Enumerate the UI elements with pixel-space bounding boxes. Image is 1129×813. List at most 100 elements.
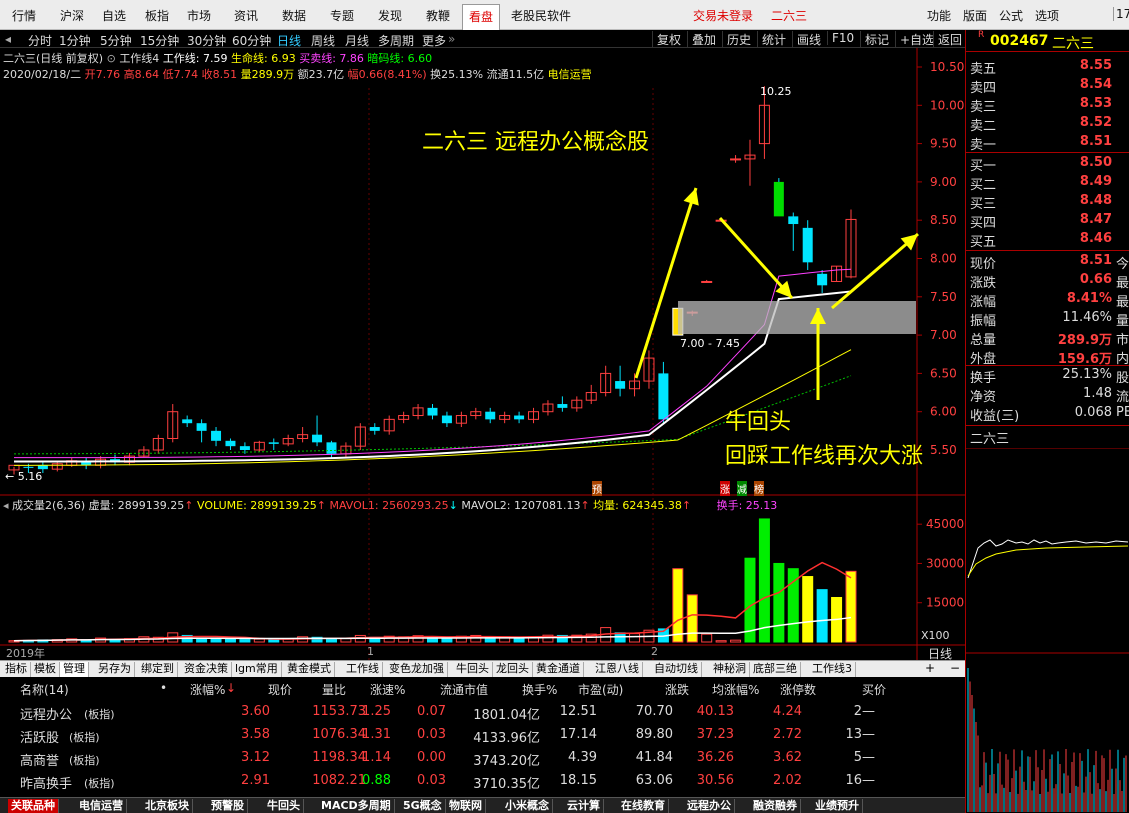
btn-adjust[interactable]: 复权 (652, 31, 681, 48)
period-monthly[interactable]: 月线 (345, 32, 369, 49)
menu-item-function[interactable]: 功能 (927, 7, 951, 24)
quote-stat-0[interactable]: 现价 8.51 今 (966, 253, 1129, 272)
btn-overlay[interactable]: 叠加 (687, 31, 716, 48)
indicator-tab[interactable]: 另存为 (95, 662, 135, 677)
volume-indicator-name[interactable]: 成交量2(6,36) (12, 499, 85, 512)
sector-tab[interactable]: 电信运营 (76, 799, 127, 813)
menu-item-watchlist[interactable]: 自选 (102, 7, 126, 24)
quote-stat2-0[interactable]: 换手 25.13% 股 (966, 367, 1129, 386)
sector-tab[interactable]: 小米概念 (502, 799, 553, 813)
quote-stat-3[interactable]: 振幅 11.46% 量 (966, 310, 1129, 329)
menu-item-index[interactable]: 板指 (145, 7, 169, 24)
marker-list[interactable]: 榜 (754, 481, 764, 496)
orderbook-buy-5[interactable]: 买五 8.46 (966, 231, 1129, 250)
sector-tab[interactable]: 融资融券 (750, 799, 801, 813)
orderbook-sell-2[interactable]: 卖二 8.52 (966, 115, 1129, 134)
btn-f10[interactable]: F10 (827, 31, 854, 45)
table-header[interactable]: 量比 (322, 681, 346, 698)
menu-item-watch[interactable]: 看盘 (462, 4, 501, 30)
indicator-tab[interactable]: 变色龙加强 (386, 662, 448, 677)
period-1min[interactable]: 1分钟 (59, 32, 91, 49)
more-chevron-icon[interactable]: » (448, 32, 455, 46)
quote-stat-2[interactable]: 涨幅 8.41% 最 (966, 291, 1129, 310)
orderbook-sell-4[interactable]: 卖四 8.54 (966, 77, 1129, 96)
menu-item-news[interactable]: 资讯 (234, 7, 258, 24)
table-header[interactable]: 名称(14) (20, 681, 69, 698)
period-multi[interactable]: 多周期 (378, 32, 414, 49)
indicator-tab[interactable]: 指标 (2, 662, 31, 677)
period-5min[interactable]: 5分钟 (100, 32, 132, 49)
indicator-tab[interactable]: 模板 (31, 662, 60, 677)
table-header[interactable]: 涨停数 (780, 681, 816, 698)
indicator-tab[interactable]: 龙回头 (493, 662, 533, 677)
period-15min[interactable]: 15分钟 (140, 32, 179, 49)
table-header[interactable]: 均涨幅% (712, 681, 759, 698)
sort-desc-icon[interactable]: ↓ (226, 681, 236, 695)
btn-back[interactable]: 返回 (933, 31, 962, 48)
volume-collapse-icon[interactable]: ◂ (3, 499, 9, 512)
indicator-tab[interactable]: 江恩八线 (592, 662, 643, 677)
menu-item-oldhand[interactable]: 老股民软件 (511, 7, 571, 24)
marker-warning[interactable]: 预 (592, 481, 602, 496)
quote-stat2-1[interactable]: 净资 1.48 流 (966, 386, 1129, 405)
orderbook-sell-3[interactable]: 卖三 8.53 (966, 96, 1129, 115)
sector-tab[interactable]: 关联品种 (8, 799, 59, 813)
quote-stat2-2[interactable]: 收益(三) 0.068 PE (966, 405, 1129, 424)
table-row[interactable]: 远程办公 (板指) 3.60 1153.73 1.25 0.07 1801.04亿 12.51… (0, 702, 965, 724)
period-more[interactable]: 更多 (422, 32, 446, 49)
indicator-tab[interactable]: 工作线 (343, 662, 383, 677)
table-header[interactable]: 现价 (268, 681, 292, 698)
indicator-tab[interactable]: 黄金通道 (533, 662, 584, 677)
sector-tab[interactable]: 牛回头 (264, 799, 304, 813)
table-header[interactable]: 涨跌 (665, 681, 689, 698)
sector-tab[interactable]: 北京板块 (142, 799, 193, 813)
sector-tab[interactable]: 在线教育 (618, 799, 669, 813)
indicator-tab[interactable]: lgm常用 (232, 662, 282, 677)
period-daily[interactable]: 日线 (277, 32, 301, 49)
quote-stat-1[interactable]: 涨跌 0.66 最 (966, 272, 1129, 291)
table-header[interactable]: 市盈(动) (578, 681, 623, 698)
indicator-tab[interactable]: 黄金模式 (284, 662, 335, 677)
menu-item-quotes[interactable]: 行情 (12, 7, 36, 24)
table-row[interactable]: 昨高换手 (板指) 2.91 1082.21 0.88 0.03 3710.35亿 18.15… (0, 771, 965, 793)
sector-tab[interactable]: 业绩预升 (812, 799, 863, 813)
orderbook-sell-5[interactable]: 卖五 8.55 (966, 58, 1129, 77)
sector-tab[interactable]: 远程办公 (684, 799, 735, 813)
collapse-icon[interactable]: ◂ (5, 32, 11, 46)
orderbook-sell-1[interactable]: 卖一 8.51 (966, 134, 1129, 153)
trade-login-status[interactable]: 交易未登录 (693, 7, 753, 24)
marker-reduce[interactable]: 减 (737, 481, 747, 496)
btn-add-watch[interactable]: +自选 (895, 31, 934, 48)
period-30min[interactable]: 30分钟 (187, 32, 226, 49)
indicator-tab[interactable]: 资金决策 (181, 662, 232, 677)
period-60min[interactable]: 60分钟 (232, 32, 271, 49)
mini-intraday-chart[interactable] (966, 448, 1129, 813)
btn-stats[interactable]: 统计 (757, 31, 786, 48)
menu-item-teacher[interactable]: 教鞭 (426, 7, 450, 24)
table-header[interactable]: 涨幅% (190, 681, 225, 698)
menu-item-data[interactable]: 数据 (282, 7, 306, 24)
table-row[interactable]: 高商誉 (板指) 3.12 1198.34 1.14 0.00 3743.20亿 4.39 41… (0, 748, 965, 770)
table-row[interactable]: 活跃股 (板指) 3.58 1076.34 1.31 0.03 4133.96亿 17.14 8… (0, 725, 965, 747)
quote-stat-4[interactable]: 总量 289.9万市 (966, 329, 1129, 348)
sector-tab[interactable]: 物联网 (446, 799, 486, 813)
sector-tab[interactable]: MACD多周期 (318, 799, 395, 813)
indicator-tab[interactable]: 管理 (60, 662, 89, 677)
menu-item-shsz[interactable]: 沪深 (60, 7, 84, 24)
indicator-tab[interactable]: 底部三绝 (750, 662, 801, 677)
sector-tab[interactable]: 预警股 (208, 799, 248, 813)
period-weekly[interactable]: 周线 (311, 32, 335, 49)
sector-tab[interactable]: 5G概念 (400, 799, 446, 813)
indicator-tab[interactable]: 工作线3 (809, 662, 856, 677)
orderbook-buy-3[interactable]: 买三 8.48 (966, 193, 1129, 212)
menu-item-formula[interactable]: 公式 (999, 7, 1023, 24)
orderbook-buy-2[interactable]: 买二 8.49 (966, 174, 1129, 193)
table-header[interactable]: 流通市值 (440, 681, 488, 698)
menu-item-layout[interactable]: 版面 (963, 7, 987, 24)
table-header[interactable]: 买价 (862, 681, 886, 698)
menu-item-options[interactable]: 选项 (1035, 7, 1059, 24)
indicator-tab[interactable]: 神秘洞 (710, 662, 750, 677)
btn-draw[interactable]: 画线 (792, 31, 821, 48)
orderbook-buy-1[interactable]: 买一 8.50 (966, 155, 1129, 174)
indicator-tab[interactable]: 牛回头 (453, 662, 493, 677)
